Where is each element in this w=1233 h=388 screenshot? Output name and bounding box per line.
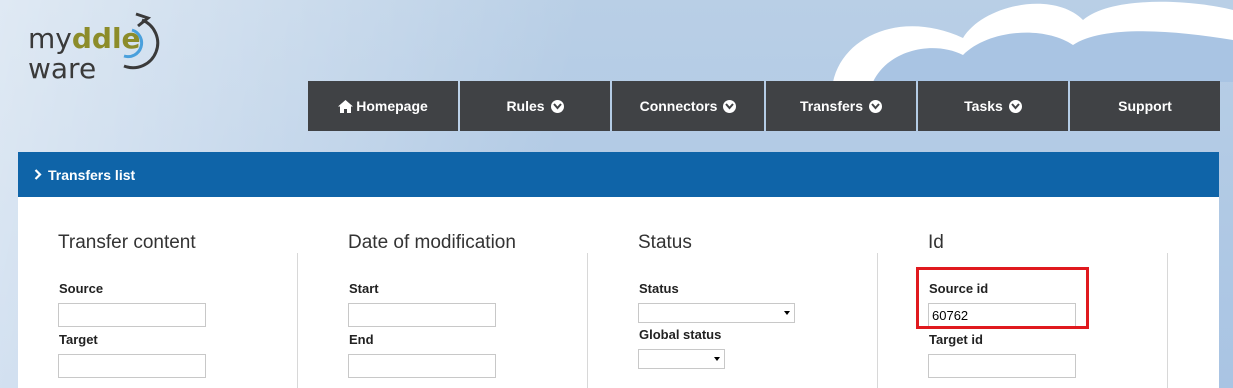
main-navigation: Homepage Rules Connectors Transfers Task… bbox=[308, 81, 1220, 131]
nav-rules[interactable]: Rules bbox=[460, 81, 610, 131]
target-input[interactable] bbox=[58, 354, 206, 378]
chevron-down-icon bbox=[723, 99, 737, 113]
start-date-input[interactable] bbox=[348, 303, 496, 327]
highlight-box bbox=[916, 267, 1089, 329]
panel-header[interactable]: Transfers list bbox=[18, 152, 1219, 197]
source-input[interactable] bbox=[58, 303, 206, 327]
nav-connectors-label: Connectors bbox=[639, 98, 718, 114]
home-icon bbox=[338, 99, 354, 113]
dropdown-arrow-icon bbox=[784, 311, 790, 315]
nav-tasks[interactable]: Tasks bbox=[918, 81, 1068, 131]
status-label: Status bbox=[639, 281, 679, 296]
column-divider bbox=[587, 253, 588, 388]
dropdown-arrow-icon bbox=[714, 357, 720, 361]
nav-homepage[interactable]: Homepage bbox=[308, 81, 458, 131]
chevron-down-icon bbox=[550, 99, 564, 113]
nav-transfers[interactable]: Transfers bbox=[766, 81, 916, 131]
source-label: Source bbox=[59, 281, 104, 296]
end-date-input[interactable] bbox=[348, 354, 496, 378]
filter-transfer-content: Transfer content Source Target bbox=[58, 197, 258, 388]
myddleware-logo[interactable]: myddle ware bbox=[24, 6, 174, 86]
nav-support-label: Support bbox=[1118, 98, 1172, 114]
section-heading: Status bbox=[638, 232, 692, 253]
chevron-down-icon bbox=[869, 99, 883, 113]
column-divider bbox=[1167, 253, 1168, 388]
section-heading: Id bbox=[928, 232, 944, 253]
logo-wordmark-line1: myddle bbox=[28, 22, 141, 55]
target-id-input[interactable] bbox=[928, 354, 1076, 378]
status-select[interactable] bbox=[638, 303, 795, 323]
start-label: Start bbox=[349, 281, 379, 296]
target-label: Target bbox=[59, 332, 98, 347]
filter-date-modification: Date of modification Start End bbox=[348, 197, 548, 388]
nav-connectors[interactable]: Connectors bbox=[612, 81, 764, 131]
chevron-down-icon bbox=[1008, 99, 1022, 113]
target-id-label: Target id bbox=[929, 332, 983, 347]
global-status-label: Global status bbox=[639, 327, 722, 342]
nav-rules-label: Rules bbox=[506, 98, 545, 114]
global-status-select[interactable] bbox=[638, 349, 725, 369]
nav-homepage-label: Homepage bbox=[356, 98, 428, 114]
nav-transfers-label: Transfers bbox=[799, 98, 864, 114]
column-divider bbox=[877, 253, 878, 388]
section-heading: Date of modification bbox=[348, 232, 516, 253]
logo-wordmark-line2: ware bbox=[28, 52, 97, 85]
nav-tasks-label: Tasks bbox=[964, 98, 1003, 114]
section-heading: Transfer content bbox=[58, 232, 196, 253]
nav-support[interactable]: Support bbox=[1070, 81, 1220, 131]
panel-title: Transfers list bbox=[48, 166, 136, 183]
filter-status: Status Status Global status bbox=[638, 197, 838, 388]
end-label: End bbox=[349, 332, 374, 347]
cloud-decoration bbox=[833, 1, 1233, 82]
column-divider bbox=[297, 253, 298, 388]
chevron-right-icon bbox=[34, 169, 42, 180]
